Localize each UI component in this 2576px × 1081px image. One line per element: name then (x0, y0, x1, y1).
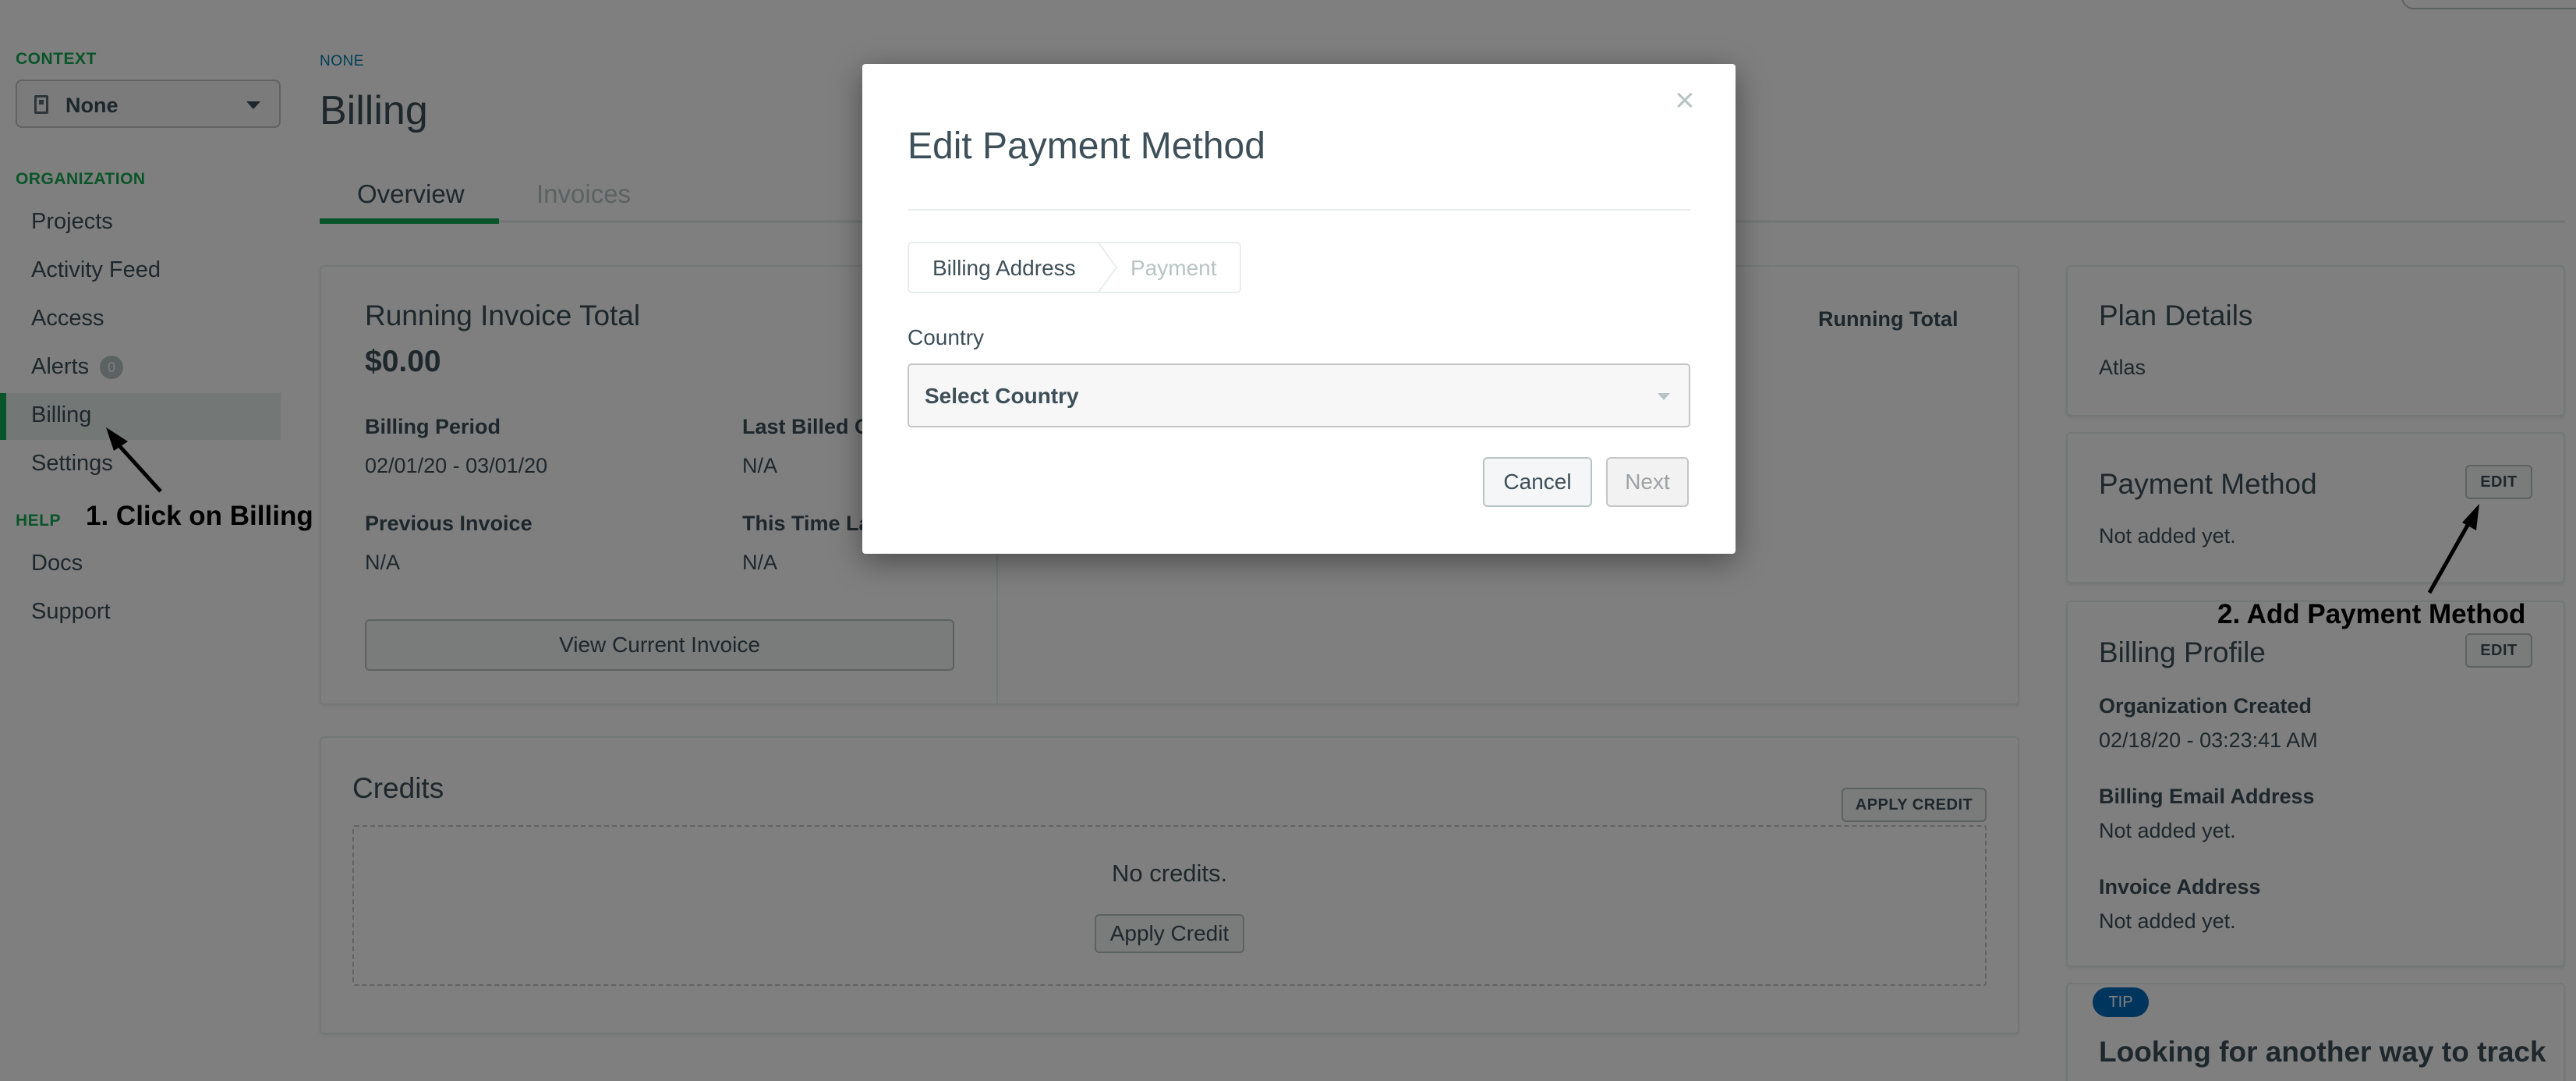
modal-title: Edit Payment Method (908, 126, 1265, 167)
arrow-to-billing (114, 440, 162, 493)
step-billing-address[interactable]: Billing Address (932, 256, 1076, 281)
modal-divider (908, 209, 1690, 211)
chevron-down-icon (1658, 393, 1670, 400)
wizard-steps: Billing Address Payment (908, 242, 1241, 293)
country-label: Country (908, 325, 985, 349)
arrow-to-edit (2427, 519, 2472, 594)
annotation-step-2: 2. Add Payment Method (2217, 599, 2526, 629)
country-select[interactable]: Select Country (908, 363, 1690, 427)
annotation-step-1: 1. Click on Billing (86, 501, 313, 531)
country-select-value: Select Country (925, 384, 1079, 408)
step-chevron-icon (1097, 242, 1118, 293)
edit-payment-modal: Edit Payment Method × Billing Address Pa… (862, 64, 1736, 554)
step-payment[interactable]: Payment (1131, 256, 1217, 281)
next-button[interactable]: Next (1606, 457, 1689, 507)
arrow-to-billing-head (106, 427, 128, 451)
cancel-button[interactable]: Cancel (1483, 457, 1592, 507)
close-icon[interactable]: × (1675, 81, 1695, 120)
